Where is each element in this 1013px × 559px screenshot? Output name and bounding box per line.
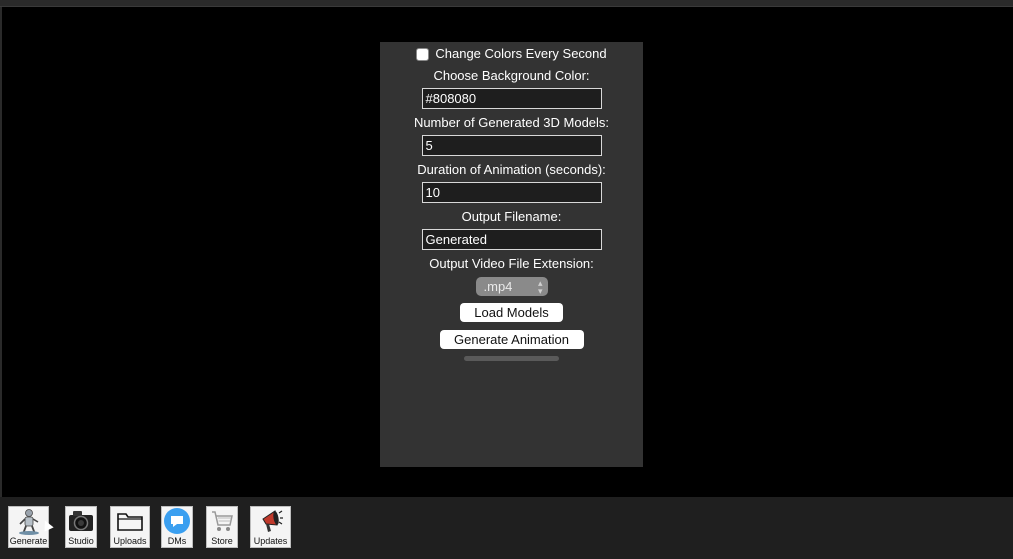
taskbar-label: Updates — [253, 536, 288, 546]
animation-settings-panel: Change Colors Every Second Choose Backgr… — [380, 42, 643, 467]
filename-label: Output Filename: — [461, 209, 562, 224]
window-top-bar — [0, 0, 1013, 7]
progress-bar — [464, 356, 559, 361]
change-colors-label: Change Colors Every Second — [435, 46, 607, 61]
window-left-edge — [0, 7, 2, 497]
num-models-label: Number of Generated 3D Models: — [413, 115, 610, 130]
generate-animation-button[interactable]: Generate Animation — [439, 330, 584, 349]
taskbar-item-dms[interactable]: DMs — [161, 506, 193, 548]
select-arrows-icon: ▴ ▾ — [537, 277, 543, 296]
taskbar-label: DMs — [167, 536, 187, 546]
extension-label: Output Video File Extension: — [429, 256, 594, 271]
megaphone-icon — [256, 507, 286, 535]
extension-select-value: .mp4 — [483, 279, 513, 294]
taskbar-item-uploads[interactable]: Uploads — [110, 506, 150, 548]
folder-icon — [115, 507, 145, 535]
duration-label: Duration of Animation (seconds): — [417, 162, 606, 177]
duration-input[interactable]: 10 — [421, 182, 602, 203]
num-models-input[interactable]: 5 — [421, 135, 602, 156]
taskbar-label: Generate — [9, 536, 48, 546]
taskbar-item-store[interactable]: Store — [206, 506, 238, 548]
taskbar-label: Uploads — [113, 536, 147, 546]
chat-bubble-icon — [162, 507, 192, 535]
change-colors-row[interactable]: Change Colors Every Second — [416, 46, 607, 62]
bg-color-input[interactable]: #808080 — [421, 88, 602, 109]
load-models-button[interactable]: Load Models — [460, 303, 563, 322]
shopping-cart-icon — [207, 507, 237, 535]
taskbar-item-updates[interactable]: Updates — [250, 506, 291, 548]
camera-icon — [66, 507, 96, 535]
taskbar: Generate Studio Uploads DMs Store Update… — [0, 497, 1013, 559]
change-colors-checkbox[interactable] — [416, 47, 430, 61]
taskbar-item-studio[interactable]: Studio — [65, 506, 97, 548]
filename-input[interactable]: Generated — [421, 229, 602, 250]
bg-color-label: Choose Background Color: — [433, 68, 590, 83]
taskbar-label: Store — [211, 536, 233, 546]
extension-select[interactable]: .mp4 ▴ ▾ — [475, 277, 548, 296]
robot-figure-icon — [14, 507, 44, 535]
taskbar-label: Studio — [68, 536, 94, 546]
